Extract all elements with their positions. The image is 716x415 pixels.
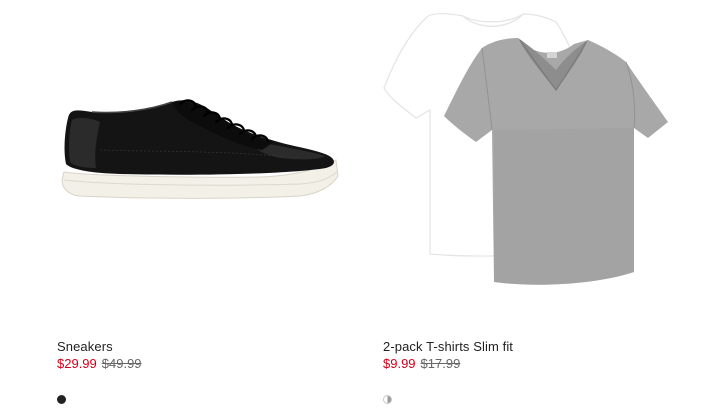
tshirt-illustration — [383, 13, 668, 285]
product-info: Sneakers $29.99 $49.99 — [57, 339, 348, 372]
product-card-tshirts[interactable]: 2-pack T-shirts Slim fit $9.99 $17.99 — [358, 0, 716, 415]
product-card-sneakers[interactable]: Sneakers $29.99 $49.99 — [0, 0, 358, 415]
tshirt-pack-image[interactable] — [358, 0, 716, 325]
sale-price: $29.99 — [57, 356, 97, 371]
product-name[interactable]: Sneakers — [57, 339, 348, 355]
price-row: $9.99 $17.99 — [383, 356, 706, 372]
color-swatches — [57, 395, 66, 404]
color-swatch-black[interactable] — [57, 395, 66, 404]
color-swatches — [383, 395, 392, 404]
sneaker-illustration — [61, 99, 339, 199]
original-price: $49.99 — [101, 356, 142, 371]
product-name[interactable]: 2-pack T-shirts Slim fit — [383, 339, 706, 355]
product-grid: Sneakers $29.99 $49.99 2-pack T-shirts S… — [0, 0, 716, 415]
color-swatch-white-grey[interactable] — [383, 395, 392, 404]
sneaker-image[interactable] — [0, 0, 358, 325]
product-info: 2-pack T-shirts Slim fit $9.99 $17.99 — [383, 339, 706, 372]
price-row: $29.99 $49.99 — [57, 356, 348, 372]
original-price: $17.99 — [420, 356, 461, 371]
sale-price: $9.99 — [383, 356, 416, 371]
